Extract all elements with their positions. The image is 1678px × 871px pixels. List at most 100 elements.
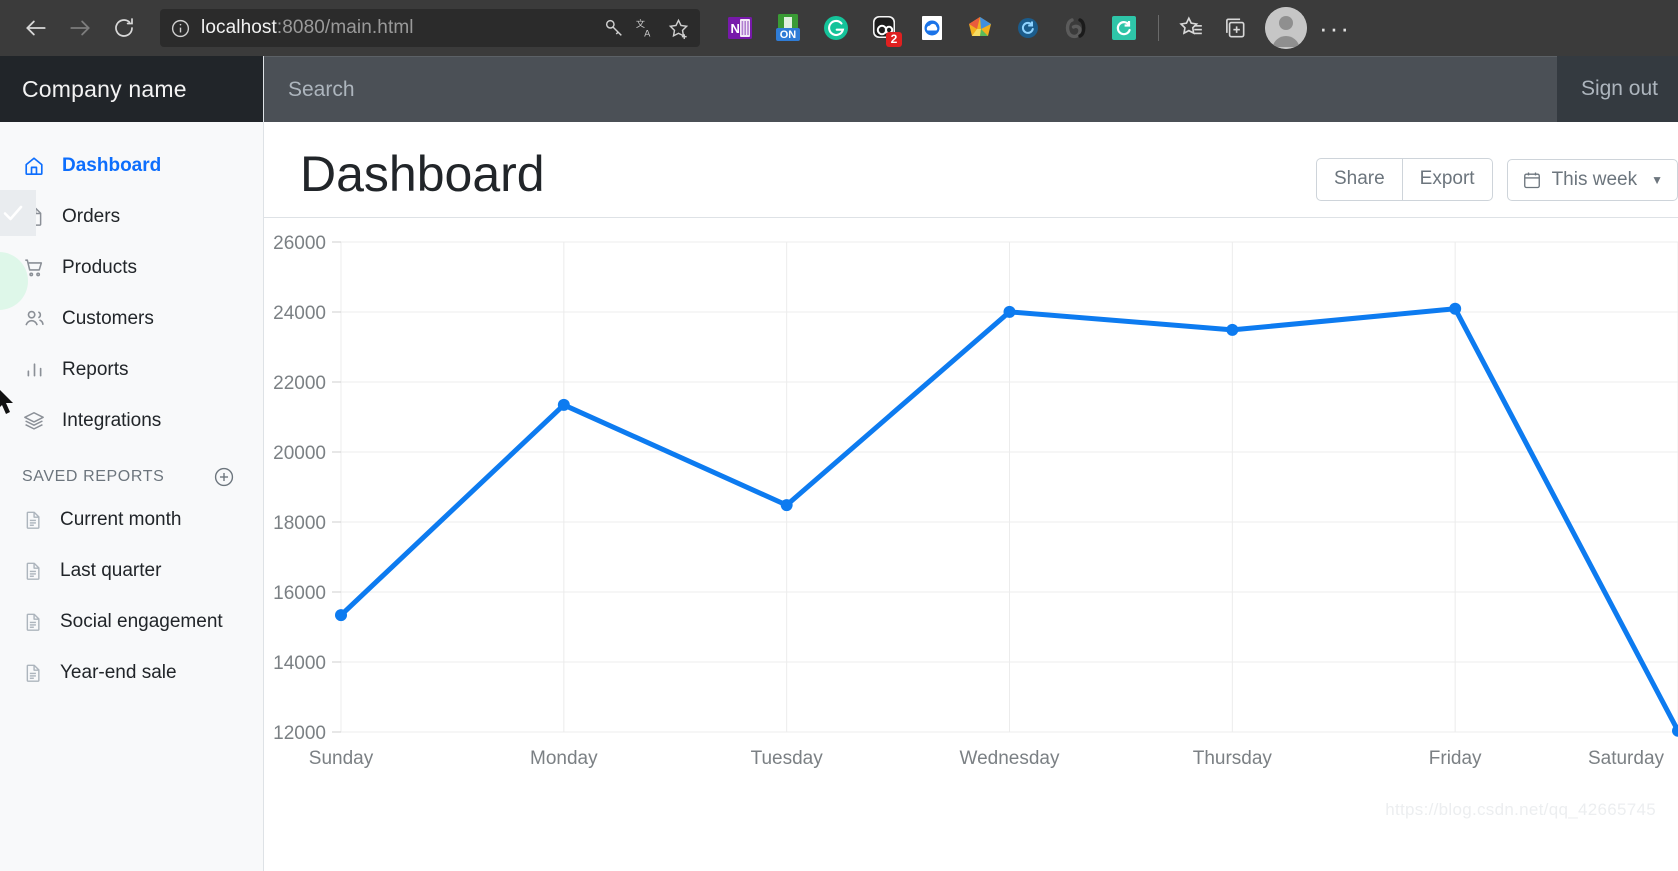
search-placeholder: Search	[288, 77, 355, 101]
layers-icon	[22, 409, 46, 433]
date-range-button[interactable]: This week ▼	[1506, 158, 1678, 201]
search-input[interactable]: Search	[264, 56, 1557, 122]
document-text-icon	[22, 509, 44, 531]
y-axis-tick-label: 18000	[273, 513, 326, 534]
y-axis-tick-label: 26000	[273, 233, 326, 254]
chart-data-point[interactable]	[335, 609, 347, 622]
ellipsis-icon[interactable]: ···	[1311, 13, 1359, 44]
sidebar-item-dashboard[interactable]: Dashboard	[0, 140, 263, 191]
saved-report-label: Year-end sale	[60, 661, 177, 683]
sidebar-item-label: Products	[62, 256, 137, 278]
x-axis-tick-label: Thursday	[1193, 748, 1273, 769]
saved-report-label: Last quarter	[60, 559, 162, 581]
date-range-label: This week	[1551, 168, 1638, 190]
share-export-group: Share Export	[1315, 158, 1493, 201]
sync-extension-icon[interactable]	[1004, 7, 1052, 49]
home-icon	[22, 154, 46, 178]
sidebar-item-reports[interactable]: Reports	[0, 344, 263, 395]
sidebar-item-integrations[interactable]: Integrations	[0, 395, 263, 446]
export-button[interactable]: Export	[1402, 158, 1493, 201]
forward-button[interactable]	[58, 8, 102, 48]
chart-data-point[interactable]	[1226, 323, 1239, 336]
loop-extension-icon[interactable]	[1052, 7, 1100, 49]
app-shell: Company name Dashboard Orders Products C…	[0, 56, 1678, 871]
sidebar-item-label: Orders	[62, 205, 121, 227]
chart-data-points[interactable]	[335, 302, 1678, 737]
saved-report-label: Current month	[60, 508, 182, 530]
toolbox-extension-icon[interactable]: 2	[860, 7, 908, 49]
y-axis-tick-label: 12000	[273, 723, 326, 744]
x-axis-tick-label: Wednesday	[960, 748, 1060, 769]
x-axis-tick-label: Sunday	[309, 748, 374, 769]
sidebar-item-label: Customers	[62, 307, 154, 329]
translate-icon[interactable]: 文A	[635, 17, 657, 39]
star-add-icon[interactable]	[667, 17, 690, 40]
key-icon[interactable]	[603, 17, 625, 39]
collections-icon[interactable]	[1213, 8, 1257, 48]
saved-report-year-end-sale[interactable]: Year-end sale	[0, 647, 263, 698]
chart-tickmarks	[332, 241, 341, 733]
colorpicker-extension-icon[interactable]	[956, 7, 1004, 49]
grammarly-extension-icon[interactable]	[812, 7, 860, 49]
people-icon	[22, 307, 46, 331]
svg-text:N: N	[731, 21, 740, 36]
chart-data-point[interactable]	[1672, 724, 1678, 737]
chevron-down-icon: ▼	[1651, 172, 1663, 187]
browser-toolbar: localhost:8080/main.html 文A N ON 2 ···	[0, 0, 1678, 56]
profile-avatar-icon[interactable]	[1265, 7, 1307, 49]
signout-container: Sign out	[1556, 56, 1678, 122]
saved-report-current-month[interactable]: Current month	[0, 494, 263, 545]
file-icon	[22, 205, 46, 229]
page-title: Dashboard	[300, 146, 545, 202]
chart-y-axis-labels: 12000 14000 16000 18000 20000 22000 24000 26000	[273, 233, 326, 744]
svg-text:ON: ON	[780, 29, 797, 41]
cloud-extension-icon[interactable]	[908, 7, 956, 49]
chart-svg: 12000 14000 16000 18000 20000 22000 24000 26000…	[273, 233, 1678, 769]
saved-report-social-engagement[interactable]: Social engagement	[0, 596, 263, 647]
top-bar: Search Sign out	[264, 56, 1678, 122]
saved-reports-title: SAVED REPORTS	[22, 468, 165, 485]
url-path: :8080/main.html	[276, 17, 414, 38]
bar-chart-icon	[22, 358, 46, 382]
url-text: localhost:8080/main.html	[201, 17, 593, 39]
address-bar[interactable]: localhost:8080/main.html 文A	[160, 9, 700, 47]
y-axis-tick-label: 16000	[273, 583, 326, 604]
sidebar-item-orders[interactable]: Orders	[0, 191, 263, 242]
calendar-icon	[1522, 170, 1542, 190]
onenote-clipper-extension-icon[interactable]: ON	[764, 7, 812, 49]
reload-button[interactable]	[102, 8, 146, 48]
signout-link[interactable]: Sign out	[1581, 77, 1658, 101]
chart-data-point[interactable]	[1449, 302, 1462, 315]
content-area: Dashboard Share Export This week ▼ 12000…	[264, 122, 1678, 871]
saved-reports-list: Current month Last quarter Social engage…	[0, 494, 263, 698]
brand-name: Company name	[22, 75, 187, 102]
chart-data-point[interactable]	[780, 499, 793, 512]
y-axis-tick-label: 14000	[273, 653, 326, 674]
toolbar-divider	[1158, 15, 1159, 41]
sales-line-chart: 12000 14000 16000 18000 20000 22000 24000 26000…	[264, 218, 1678, 832]
document-text-icon	[22, 662, 44, 684]
chart-x-axis-labels: Sunday Monday Tuesday Wednesday Thursday Frid…	[309, 748, 1665, 769]
x-axis-tick-label: Tuesday	[751, 748, 824, 769]
extensions-strip: N ON 2	[716, 7, 1148, 49]
page-actions: Share Export This week ▼	[1315, 158, 1678, 201]
sidebar: Company name Dashboard Orders Products C…	[0, 56, 264, 871]
share-button[interactable]: Share	[1315, 158, 1403, 201]
sidebar-item-products[interactable]: Products	[0, 242, 263, 293]
info-circle-icon[interactable]	[170, 18, 191, 39]
favorites-list-icon[interactable]	[1169, 8, 1213, 48]
saved-report-last-quarter[interactable]: Last quarter	[0, 545, 263, 596]
refresh-extension-icon[interactable]	[1100, 7, 1148, 49]
sidebar-item-customers[interactable]: Customers	[0, 293, 263, 344]
main-area: Search Sign out Dashboard Share Export T…	[264, 56, 1678, 871]
chart-data-point[interactable]	[1003, 305, 1016, 318]
back-button[interactable]	[14, 8, 58, 48]
cart-icon	[22, 256, 46, 280]
sidebar-nav: Dashboard Orders Products Customers Repo…	[0, 122, 263, 446]
sidebar-item-label: Dashboard	[62, 154, 162, 176]
brand-header[interactable]: Company name	[0, 56, 263, 122]
page-header: Dashboard Share Export This week ▼	[264, 122, 1678, 218]
onenote-extension-icon[interactable]: N	[716, 7, 764, 49]
plus-circle-icon[interactable]	[213, 466, 235, 488]
chart-data-point[interactable]	[557, 398, 570, 411]
